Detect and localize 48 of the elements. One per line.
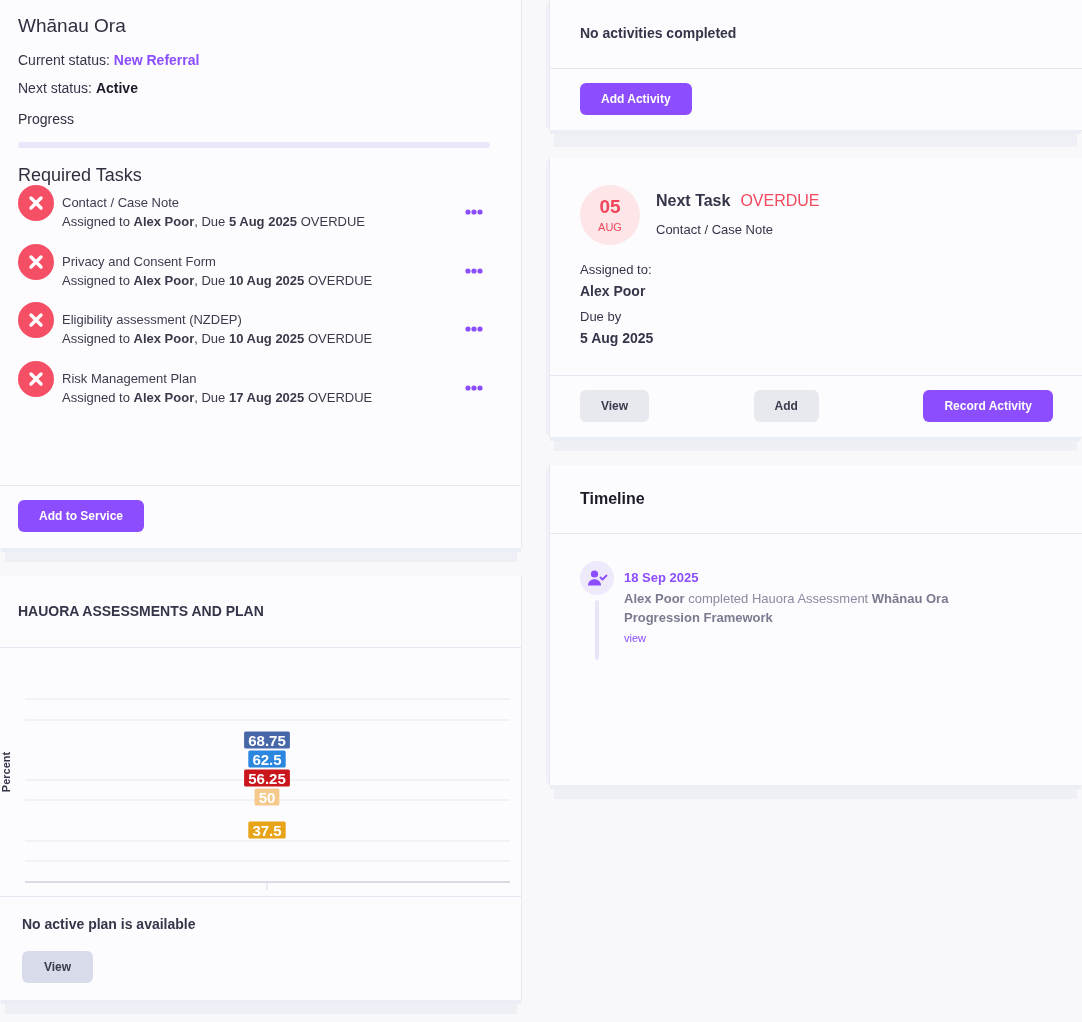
axis-title: Percent <box>0 751 12 793</box>
task-details: Assigned to Alex Poor, Due 17 Aug 2025 OVERDUE <box>62 388 373 407</box>
data-label: 56.25 <box>244 769 290 787</box>
empty-plan-message: No active plan is available <box>22 915 196 933</box>
assignee-name: Alex Poor <box>580 282 646 300</box>
status-label: Current status: <box>18 51 110 70</box>
action-button[interactable]: Record Activity <box>923 390 1053 422</box>
current-status: New Referral <box>113 51 200 70</box>
more-icon[interactable] <box>465 209 483 215</box>
section-title: Timeline <box>580 489 646 509</box>
task-details: Assigned to Alex Poor, Due 10 Aug 2025 OVERDUE <box>62 271 373 290</box>
progress-label: Progress <box>18 110 76 129</box>
event-date: 18 Sep 2025 <box>624 569 699 587</box>
due-month: AUG <box>598 220 622 234</box>
empty-activities-message: No activities completed <box>580 24 738 43</box>
next-task-name: Contact / Case Note <box>656 221 774 239</box>
data-label: 50 <box>254 788 280 806</box>
add-to-service-button[interactable]: Add to Service <box>18 500 145 532</box>
assigned-label: Assigned to: <box>580 261 652 279</box>
next-status: Active <box>95 79 138 98</box>
due-day: 05 <box>599 196 621 218</box>
action-button[interactable]: View <box>580 390 650 422</box>
task-title: Risk Management Plan <box>62 369 197 388</box>
client-name: Whānau Ora <box>18 14 127 38</box>
due-date: 5 Aug 2025 <box>580 329 654 347</box>
task-details: Assigned to Alex Poor, Due 5 Aug 2025 OVERDUE <box>62 213 365 231</box>
more-icon[interactable] <box>465 384 483 391</box>
task-title: Contact / Case Note <box>62 194 180 212</box>
data-label: 62.5 <box>248 750 286 768</box>
user-check-icon <box>580 561 614 595</box>
task-title: Eligibility assessment (NZDEP) <box>62 311 242 329</box>
action-button[interactable]: Add <box>753 390 819 422</box>
more-icon[interactable] <box>465 326 483 332</box>
data-label: 68.75 <box>244 731 290 749</box>
view-button[interactable]: View <box>22 951 93 983</box>
data-label: 37.5 <box>248 821 286 839</box>
due-label: Due by <box>580 308 622 326</box>
section-title: HAUORA ASSESSMENTS AND PLAN <box>18 602 265 621</box>
event-description: Alex Poor completed Hauora Assessment Whānau Ora Progression Framework <box>624 590 950 627</box>
view-link[interactable]: view <box>624 630 646 646</box>
status-label: Next status: <box>18 79 92 98</box>
next-task-title: Next Task <box>656 191 731 211</box>
task-title: Privacy and Consent Form <box>62 252 216 271</box>
more-icon[interactable] <box>465 267 483 274</box>
section-title: Required Tasks <box>18 165 143 185</box>
add-activity-button[interactable]: Add Activity <box>580 83 692 115</box>
overdue-status: OVERDUE <box>740 191 820 211</box>
task-details: Assigned to Alex Poor, Due 10 Aug 2025 OVERDUE <box>62 330 373 348</box>
